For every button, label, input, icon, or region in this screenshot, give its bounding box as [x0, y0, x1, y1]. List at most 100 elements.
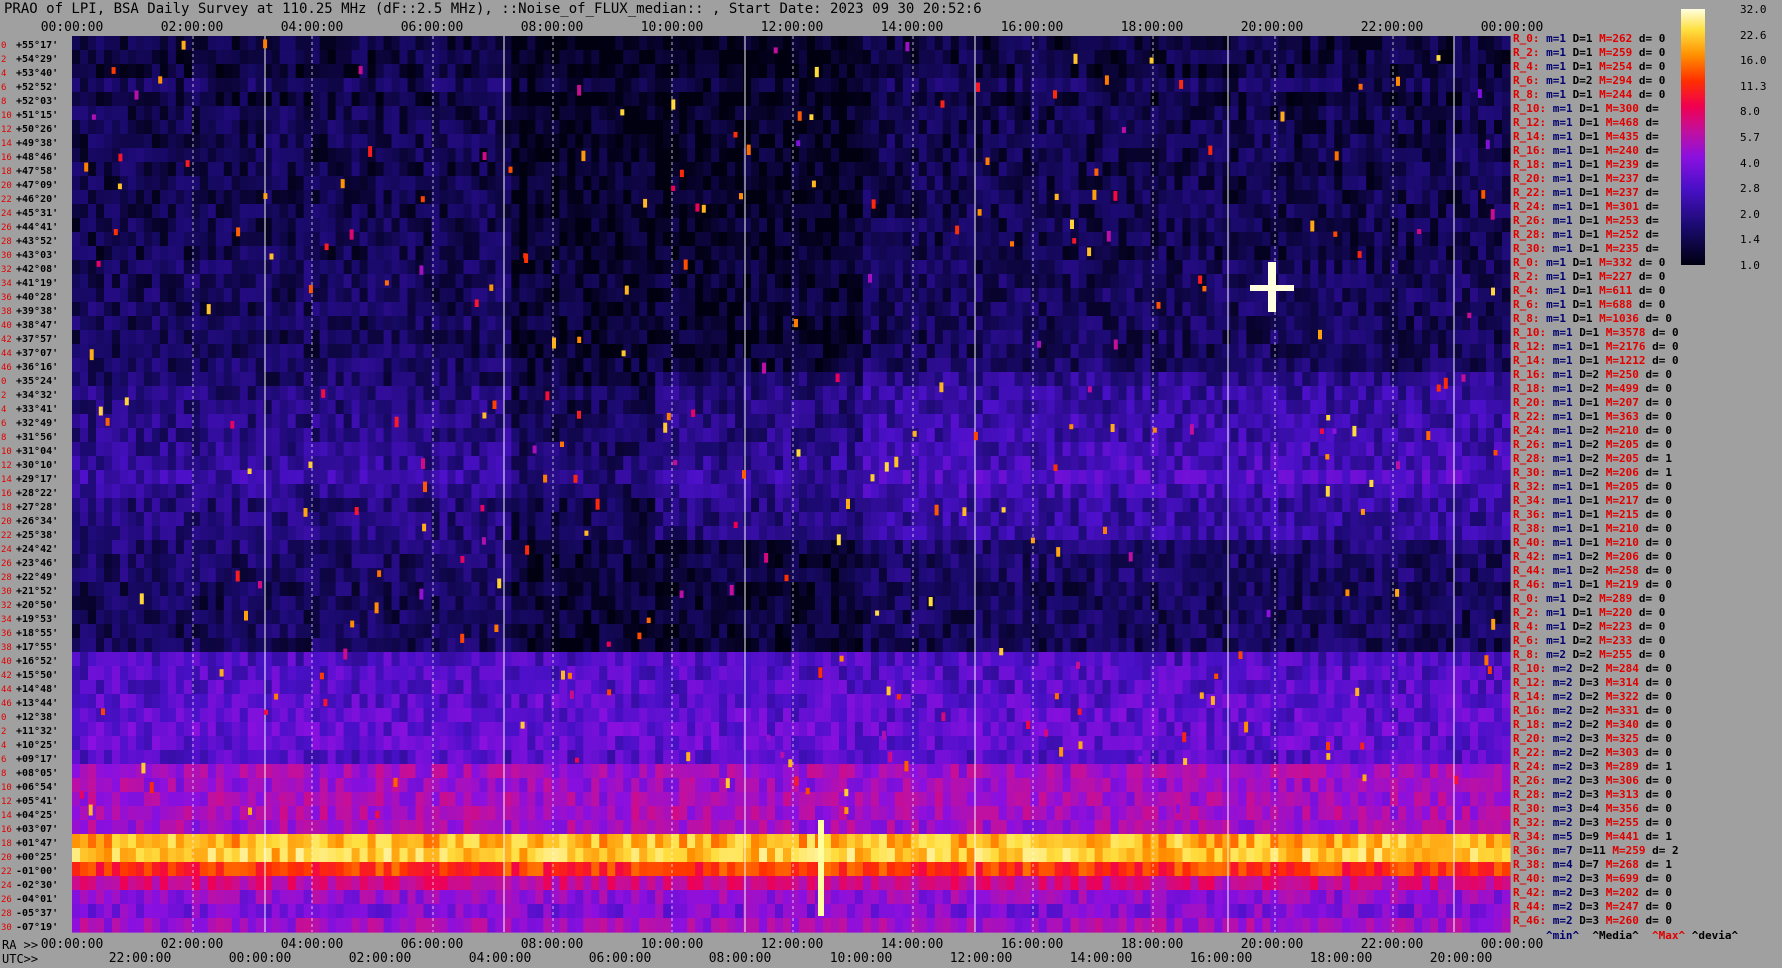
heatmap-cell	[926, 162, 936, 177]
heatmap-cell	[311, 232, 321, 247]
heatmap-cell	[143, 232, 153, 247]
heatmap-cell	[806, 358, 816, 373]
heatmap-cell	[719, 148, 728, 163]
heatmap-cell	[607, 162, 616, 177]
heatmap-cell	[870, 372, 880, 387]
heatmap-cell	[631, 316, 640, 331]
heatmap-cell	[79, 218, 89, 233]
heatmap-cell	[1286, 134, 1295, 149]
heatmap-cell	[1494, 162, 1503, 177]
heatmap-cell	[143, 344, 153, 359]
heatmap-cell	[72, 120, 81, 135]
heatmap-cell	[1318, 92, 1327, 107]
heatmap-cell	[335, 120, 345, 135]
heatmap-cell	[1398, 92, 1407, 107]
heatmap-cell	[1470, 148, 1479, 163]
heatmap-cell	[1342, 134, 1351, 149]
heatmap-cell	[1302, 274, 1311, 289]
heatmap-cell	[343, 260, 353, 275]
heatmap-cell	[862, 64, 872, 79]
heatmap-cell	[1254, 190, 1263, 205]
heatmap-cell	[942, 64, 952, 79]
heatmap-cell	[1126, 148, 1136, 163]
heatmap-cell	[679, 302, 688, 317]
heatmap-cell	[958, 288, 968, 303]
heatmap-cell	[1374, 386, 1383, 401]
heatmap-cell	[631, 260, 640, 275]
heatmap-cell	[311, 148, 321, 163]
heatmap-cell	[998, 316, 1008, 331]
heatmap-cell	[1182, 232, 1192, 247]
heatmap-cell	[735, 414, 744, 429]
heatmap-cell	[942, 302, 952, 317]
heatmap-cell	[623, 414, 632, 429]
heatmap-cell	[1238, 36, 1247, 51]
heatmap-cell	[159, 302, 169, 317]
heatmap-cell	[151, 386, 161, 401]
heatmap-cell	[1038, 176, 1048, 191]
heatmap-cell	[127, 414, 137, 429]
heatmap-cell	[455, 162, 465, 177]
heatmap-cell	[966, 274, 976, 289]
heatmap-cell	[463, 176, 473, 191]
heatmap-cell	[870, 162, 880, 177]
heatmap-cell	[423, 64, 433, 79]
heatmap-cell	[175, 232, 185, 247]
heatmap-cell	[519, 232, 528, 247]
heatmap-cell	[1022, 316, 1032, 331]
heatmap-cell	[1046, 274, 1056, 289]
heatmap-cell	[72, 64, 81, 79]
heatmap-cell	[1102, 260, 1112, 275]
heatmap-cell	[1502, 134, 1511, 149]
heatmap-cell	[1014, 358, 1024, 373]
heatmap-cell	[623, 36, 632, 51]
heatmap-cell	[806, 330, 816, 345]
heatmap-cell	[607, 176, 616, 191]
heatmap-cell	[527, 316, 536, 331]
heatmap-cell	[1342, 344, 1351, 359]
heatmap-cell	[982, 134, 992, 149]
heatmap-cell	[1318, 64, 1327, 79]
heatmap-cell	[399, 50, 409, 65]
heatmap-cell	[838, 316, 848, 331]
heatmap-cell	[1198, 162, 1208, 177]
heatmap-cell	[814, 120, 824, 135]
heatmap-cell	[1054, 260, 1064, 275]
heatmap-cell	[1158, 134, 1168, 149]
heatmap-cell	[1014, 162, 1024, 177]
heatmap-cell	[902, 330, 912, 345]
heatmap-cell	[918, 134, 928, 149]
heatmap-cell	[1342, 148, 1351, 163]
heatmap-cell	[719, 92, 728, 107]
heatmap-cell	[1318, 78, 1327, 93]
heatmap-cell	[479, 274, 489, 289]
heatmap-cell	[990, 400, 1000, 415]
heatmap-cell	[455, 204, 465, 219]
heatmap-cell	[1110, 386, 1120, 401]
heatmap-cell	[1126, 246, 1136, 261]
heatmap-cell	[95, 372, 105, 387]
heatmap-cell	[679, 190, 688, 205]
heatmap-cell	[575, 134, 584, 149]
heatmap-cell	[175, 148, 185, 163]
heatmap-cell	[463, 316, 473, 331]
heatmap-cell	[1054, 316, 1064, 331]
heatmap-cell	[775, 260, 784, 275]
heatmap-cell	[375, 344, 385, 359]
heatmap-cell	[998, 358, 1008, 373]
heatmap-cell	[1030, 288, 1040, 303]
heatmap-cell	[527, 78, 536, 93]
heatmap-cell	[1422, 92, 1431, 107]
heatmap-cell	[543, 148, 552, 163]
heatmap-cell	[631, 232, 640, 247]
heatmap-cell	[878, 36, 888, 51]
heatmap-cell	[1294, 64, 1303, 79]
heatmap-cell	[271, 162, 281, 177]
heatmap-cell	[1310, 162, 1319, 177]
heatmap-cell	[319, 92, 329, 107]
heatmap-cell	[391, 316, 401, 331]
heatmap-cell	[1422, 36, 1431, 51]
heatmap-cell	[423, 134, 433, 149]
heatmap-cell	[1382, 64, 1391, 79]
heatmap-cell	[1350, 344, 1359, 359]
